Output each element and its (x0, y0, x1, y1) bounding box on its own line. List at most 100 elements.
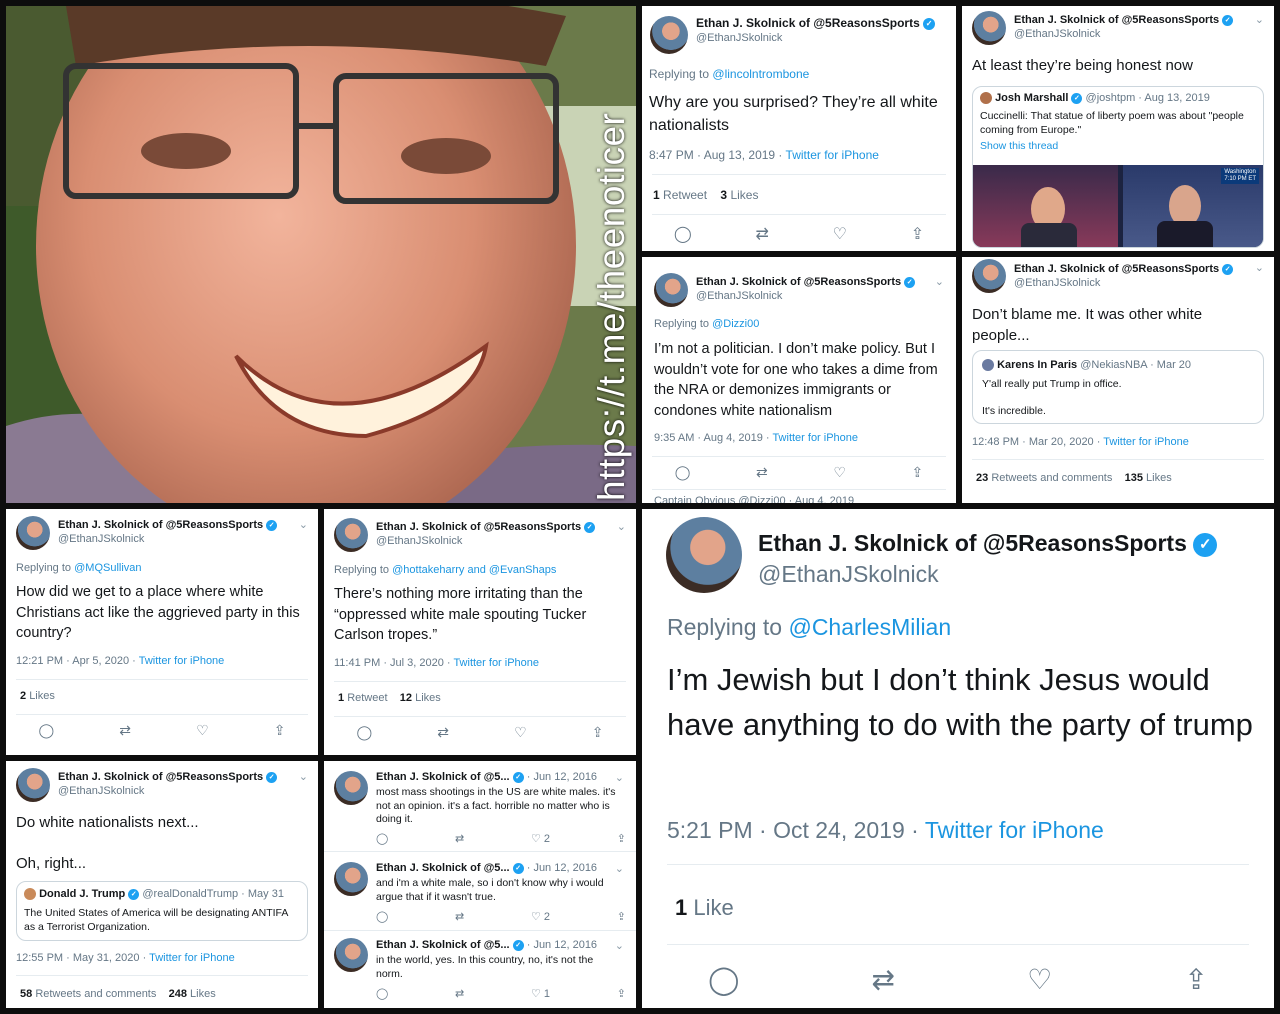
tweet-source[interactable]: Twitter for iPhone (925, 817, 1104, 843)
tweet-timestamp[interactable]: 8:47 PM · Aug 13, 2019 · (649, 148, 786, 162)
retweet-icon[interactable]: ⇄ (756, 224, 769, 244)
retweet-icon[interactable]: ⇄ (455, 910, 464, 923)
author-handle[interactable]: @EthanJSkolnick (758, 561, 1217, 588)
avatar[interactable] (16, 768, 50, 802)
chevron-down-icon[interactable]: ⌄ (299, 770, 308, 783)
retweet-icon[interactable]: ⇄ (455, 832, 464, 845)
author-name[interactable]: Ethan J. Skolnick of @5ReasonsSports (758, 530, 1187, 556)
tweet-card-4[interactable]: Ethan J. Skolnick of @5ReasonsSports ✓ @… (962, 257, 1274, 503)
chevron-down-icon[interactable]: ⌄ (615, 771, 624, 784)
tweet-card-7[interactable]: Ethan J. Skolnick of @5ReasonsSports ✓ @… (642, 509, 1274, 1008)
reply-icon[interactable]: ◯ (674, 224, 692, 244)
share-icon[interactable]: ⇪ (911, 224, 924, 244)
author-handle[interactable]: @EthanJSkolnick (696, 32, 935, 44)
heart-icon[interactable]: ♡ (196, 722, 209, 739)
author-handle[interactable]: @EthanJSkolnick (1014, 277, 1233, 289)
heart-icon[interactable]: ♡ (1027, 963, 1052, 996)
like-count[interactable]: 248 (169, 988, 187, 1000)
reply-icon[interactable]: ◯ (357, 724, 373, 741)
thread-item[interactable]: Ethan J. Skolnick of @5... ✓ · Jun 12, 2… (324, 853, 636, 929)
like-button[interactable]: ♡ 1 (531, 987, 550, 1000)
author-name[interactable]: Ethan J. Skolnick of @5... (376, 939, 510, 951)
replying-to-link[interactable]: @lincolntrombone (712, 67, 809, 81)
share-icon[interactable]: ⇪ (617, 987, 626, 1000)
avatar[interactable] (334, 862, 368, 896)
author-name[interactable]: Ethan J. Skolnick of @5... (376, 771, 510, 783)
chevron-down-icon[interactable]: ⌄ (1255, 261, 1264, 274)
like-count[interactable]: 2 (20, 690, 26, 702)
tweet-timestamp[interactable]: 11:41 PM · Jul 3, 2020 · (334, 657, 453, 669)
tweet-date[interactable]: · Jun 12, 2016 (527, 862, 597, 874)
tweet-timestamp[interactable]: 5:21 PM · Oct 24, 2019 · (667, 817, 925, 843)
retweet-icon[interactable]: ⇄ (455, 987, 464, 1000)
tweet-card-6[interactable]: Ethan J. Skolnick of @5ReasonsSports ✓ @… (324, 509, 636, 755)
tweet-date[interactable]: · Jun 12, 2016 (527, 771, 597, 783)
author-name[interactable]: Ethan J. Skolnick of @5ReasonsSports (58, 771, 263, 783)
reply-icon[interactable]: ◯ (376, 832, 388, 845)
thread-item[interactable]: Ethan J. Skolnick of @5... ✓ · Jun 12, 2… (324, 761, 636, 849)
retweet-icon[interactable]: ⇄ (119, 722, 131, 739)
heart-icon[interactable]: ♡ (833, 224, 847, 244)
thread-item[interactable]: Ethan J. Skolnick of @5... ✓ · Jun 12, 2… (324, 931, 636, 1008)
quoted-tweet[interactable]: Karens In Paris @NekiasNBA · Mar 20 Y'al… (972, 350, 1264, 424)
chevron-down-icon[interactable]: ⌄ (1255, 13, 1264, 26)
chevron-down-icon[interactable]: ⌄ (615, 939, 624, 952)
quote-author-name[interactable]: Josh Marshall (995, 92, 1068, 104)
tweet-timestamp[interactable]: 12:21 PM · Apr 5, 2020 · (16, 655, 139, 667)
quote-author-name[interactable]: Karens In Paris (997, 359, 1077, 371)
author-handle[interactable]: @EthanJSkolnick (1014, 28, 1233, 40)
avatar[interactable] (650, 16, 688, 54)
author-name[interactable]: Ethan J. Skolnick of @5ReasonsSports (696, 16, 920, 30)
author-name[interactable]: Ethan J. Skolnick of @5ReasonsSports (58, 519, 263, 531)
replying-to-link[interactable]: @Dizzi00 (712, 318, 759, 330)
tweet-card-3[interactable]: Ethan J. Skolnick of @5ReasonsSports ✓ @… (642, 257, 956, 503)
tweet-card-8[interactable]: Ethan J. Skolnick of @5ReasonsSports ✓ @… (6, 761, 318, 1008)
retweet-count[interactable]: 1 (338, 692, 344, 704)
share-icon[interactable]: ⇪ (1184, 963, 1207, 996)
retweet-count[interactable]: 58 (20, 988, 32, 1000)
author-handle[interactable]: @EthanJSkolnick (696, 290, 915, 302)
share-icon[interactable]: ⇪ (617, 910, 626, 923)
quote-media[interactable]: Washington 7:10 PM ET (973, 165, 1263, 247)
like-count[interactable]: 1 (675, 895, 687, 920)
tweet-timestamp[interactable]: 9:35 AM · Aug 4, 2019 · (654, 432, 772, 444)
tweet-timestamp[interactable]: 12:55 PM · May 31, 2020 · (16, 952, 149, 964)
avatar[interactable] (666, 517, 742, 593)
tweet-source[interactable]: Twitter for iPhone (453, 657, 539, 669)
share-icon[interactable]: ⇪ (911, 464, 923, 481)
chevron-down-icon[interactable]: ⌄ (615, 862, 624, 875)
quoted-tweet[interactable]: Josh Marshall ✓ @joshtpm · Aug 13, 2019 … (972, 86, 1264, 248)
retweet-icon[interactable]: ⇄ (756, 464, 768, 481)
tweet-card-5[interactable]: Ethan J. Skolnick of @5ReasonsSports ✓ @… (6, 509, 318, 755)
replying-to-link[interactable]: @CharlesMilian (788, 614, 951, 640)
avatar[interactable] (334, 771, 368, 805)
like-count[interactable]: 3 (720, 188, 727, 202)
tweet-card-2[interactable]: Ethan J. Skolnick of @5ReasonsSports ✓ @… (962, 6, 1274, 251)
like-count[interactable]: 12 (400, 692, 412, 704)
author-handle[interactable]: @EthanJSkolnick (58, 785, 277, 797)
reply-icon[interactable]: ◯ (708, 963, 739, 996)
chevron-down-icon[interactable]: ⌄ (617, 520, 626, 533)
retweet-count[interactable]: 23 (976, 472, 988, 484)
avatar[interactable] (334, 518, 368, 552)
author-name[interactable]: Ethan J. Skolnick of @5... (376, 862, 510, 874)
author-name[interactable]: Ethan J. Skolnick of @5ReasonsSports (1014, 263, 1219, 275)
author-name[interactable]: Ethan J. Skolnick of @5ReasonsSports (1014, 14, 1219, 26)
tweet-source[interactable]: Twitter for iPhone (772, 432, 858, 444)
replying-to-link[interactable]: @hottakeharry and @EvanShaps (392, 564, 556, 576)
like-count[interactable]: 135 (1125, 472, 1143, 484)
reply-icon[interactable]: ◯ (376, 987, 388, 1000)
chevron-down-icon[interactable]: ⌄ (935, 275, 944, 288)
avatar[interactable] (334, 938, 368, 972)
author-handle[interactable]: @EthanJSkolnick (58, 533, 277, 545)
share-icon[interactable]: ⇪ (617, 832, 626, 845)
chevron-down-icon[interactable]: ⌄ (299, 518, 308, 531)
avatar[interactable] (16, 516, 50, 550)
reply-icon[interactable]: ◯ (376, 910, 388, 923)
like-button[interactable]: ♡ 2 (531, 832, 550, 845)
reply-icon[interactable]: ◯ (675, 464, 691, 481)
tweet-source[interactable]: Twitter for iPhone (786, 148, 879, 162)
tweet-thread-9[interactable]: Ethan J. Skolnick of @5... ✓ · Jun 12, 2… (324, 761, 636, 1008)
avatar[interactable] (972, 11, 1006, 45)
tweet-card-1[interactable]: Ethan J. Skolnick of @5ReasonsSports ✓ @… (642, 6, 956, 251)
